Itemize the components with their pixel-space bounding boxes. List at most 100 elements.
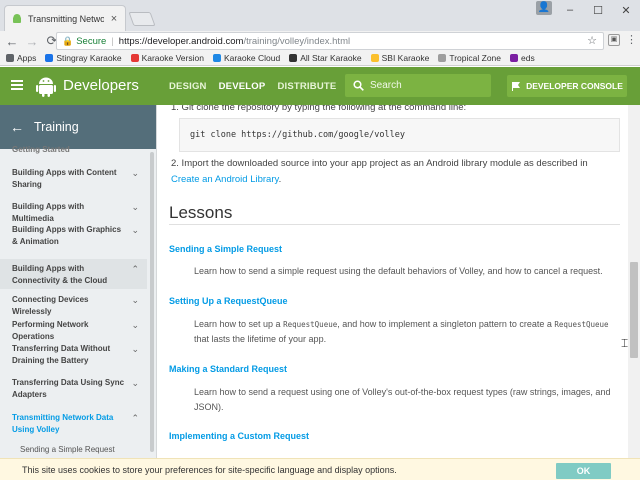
music-note-icon bbox=[370, 54, 379, 62]
create-android-library-link[interactable]: Create an Android Library bbox=[171, 174, 279, 185]
code-requestqueue: RequestQueue bbox=[554, 320, 609, 329]
search-icon bbox=[353, 80, 364, 91]
bookmark-item[interactable]: Tropical Zone bbox=[438, 53, 501, 63]
bookmark-item[interactable]: Karaoke Cloud bbox=[212, 53, 281, 63]
lessons-heading: Lessons bbox=[169, 203, 233, 222]
bookmark-item[interactable]: Stingray Karaoke bbox=[45, 53, 122, 63]
bookmark-label: eds bbox=[521, 53, 535, 63]
sidebar-item[interactable]: Getting Started bbox=[0, 144, 147, 156]
browser-tab[interactable]: Transmitting Network Da × bbox=[4, 5, 126, 31]
bookmark-label: SBI Karaoke bbox=[381, 53, 430, 63]
bookmark-item[interactable]: eds bbox=[510, 53, 535, 63]
scrollbar-thumb[interactable] bbox=[630, 262, 638, 358]
bookmark-item[interactable]: All Star Karaoke bbox=[289, 53, 362, 63]
chevron-down-icon[interactable]: ⌄ bbox=[131, 319, 139, 331]
sidebar-subitem[interactable]: Sending a Simple Request bbox=[0, 445, 147, 454]
sidebar-item[interactable]: Building Apps with Multimedia ⌄ bbox=[0, 201, 147, 223]
lesson-link-simple-request[interactable]: Sending a Simple Request bbox=[169, 244, 282, 254]
desc-part: , and how to implement a singleton patte… bbox=[337, 319, 555, 329]
window-controls: – ☐ ✕ bbox=[556, 0, 640, 20]
chevron-down-icon[interactable]: ⌄ bbox=[131, 377, 139, 389]
step-2-suffix: . bbox=[278, 174, 282, 185]
sidebar-scrollbar[interactable] bbox=[150, 152, 154, 452]
top-nav: DESIGN DEVELOP DISTRIBUTE bbox=[169, 81, 336, 92]
android-logo-icon[interactable] bbox=[36, 75, 56, 97]
browser-menu-icon[interactable]: ⋮ bbox=[626, 33, 637, 46]
cookie-text: This site uses cookies to store your pre… bbox=[22, 464, 397, 475]
main-content: 1. Git clone the repository by typing th… bbox=[157, 105, 628, 458]
sidebar-title: Training bbox=[34, 120, 79, 134]
tab-close-icon[interactable]: × bbox=[109, 13, 119, 25]
chevron-up-icon[interactable]: ⌃ bbox=[131, 263, 139, 275]
chevron-down-icon[interactable]: ⌄ bbox=[131, 343, 139, 355]
sidebar-header[interactable]: ← Training bbox=[0, 105, 156, 149]
apps-grid-icon bbox=[6, 54, 14, 62]
cloud-icon bbox=[212, 54, 221, 62]
profile-icon[interactable]: 👤 bbox=[536, 1, 552, 15]
lesson-link-requestqueue[interactable]: Setting Up a RequestQueue bbox=[169, 296, 288, 306]
bookmark-label: Tropical Zone bbox=[449, 53, 501, 63]
sidebar-item[interactable]: Performing Network Operations ⌄ bbox=[0, 319, 147, 341]
code-block: git clone https://github.com/google/voll… bbox=[179, 118, 620, 152]
extension-icon[interactable]: ▣ bbox=[608, 34, 620, 46]
sidebar-item[interactable]: Building Apps with Content Sharing ⌄ bbox=[0, 167, 147, 193]
chevron-down-icon[interactable]: ⌄ bbox=[131, 201, 139, 213]
nav-design[interactable]: DESIGN bbox=[169, 81, 207, 92]
back-arrow-icon[interactable]: ← bbox=[4, 34, 20, 49]
bookmark-item[interactable]: Karaoke Version bbox=[130, 53, 204, 63]
lesson-desc: Learn how to send a simple request using… bbox=[194, 266, 603, 276]
bookmark-label: Karaoke Version bbox=[141, 53, 204, 63]
brand-title[interactable]: Developers bbox=[63, 77, 139, 94]
tab-strip: Transmitting Network Da × 👤 – ☐ ✕ bbox=[0, 0, 640, 31]
maximize-button[interactable]: ☐ bbox=[584, 0, 612, 20]
stingray-icon bbox=[45, 54, 54, 62]
nav-distribute[interactable]: DISTRIBUTE bbox=[277, 81, 336, 92]
chevron-up-icon[interactable]: ⌃ bbox=[131, 412, 139, 424]
lock-icon: 🔒 bbox=[62, 35, 74, 46]
forward-arrow-icon[interactable]: → bbox=[24, 34, 40, 49]
sidebar-item[interactable]: Transferring Data Without Draining the B… bbox=[0, 343, 147, 369]
chevron-down-icon[interactable]: ⌄ bbox=[131, 167, 139, 179]
code-requestqueue: RequestQueue bbox=[283, 320, 338, 329]
lesson-link-standard-request[interactable]: Making a Standard Request bbox=[169, 364, 287, 374]
page-scrollbar[interactable] bbox=[628, 105, 640, 458]
cookie-ok-button[interactable]: OK bbox=[556, 463, 611, 479]
desc-part: that lasts the lifetime of your app. bbox=[194, 334, 327, 344]
nav-develop[interactable]: DEVELOP bbox=[219, 81, 266, 92]
url-host: https://developer.android.com bbox=[118, 35, 244, 47]
sidebar-item[interactable]: Building Apps with Graphics & Animation ⌄ bbox=[0, 224, 147, 250]
lesson-desc: Learn how to set up a RequestQueue, and … bbox=[194, 317, 614, 347]
sidebar-item-label: Building Apps with Connectivity & the Cl… bbox=[12, 264, 108, 285]
bookmark-item[interactable]: SBI Karaoke bbox=[370, 53, 430, 63]
bookmark-star-icon[interactable]: ☆ bbox=[587, 34, 597, 47]
sidebar-item-label: Building Apps with Graphics & Animation bbox=[12, 225, 122, 246]
console-label: DEVELOPER CONSOLE bbox=[526, 81, 623, 91]
lesson-desc: Learn how to send a request using one of… bbox=[194, 387, 611, 412]
browser-toolbar: ← → ⟳ 🔒 Secure | https://developer.andro… bbox=[0, 31, 640, 51]
chevron-down-icon[interactable]: ⌄ bbox=[131, 294, 139, 306]
sidebar-item[interactable]: Building Apps with Connectivity & the Cl… bbox=[0, 259, 147, 289]
secure-label: Secure bbox=[76, 35, 107, 47]
developer-console-button[interactable]: DEVELOPER CONSOLE bbox=[507, 75, 627, 97]
minimize-button[interactable]: – bbox=[556, 0, 584, 20]
search-box[interactable]: Search bbox=[345, 74, 491, 97]
console-flag-icon bbox=[512, 82, 521, 91]
desc-part: Learn how to set up a bbox=[194, 319, 284, 329]
android-favicon-icon bbox=[13, 13, 21, 23]
close-window-button[interactable]: ✕ bbox=[612, 0, 640, 20]
sidebar-item[interactable]: Transmitting Network Data Using Volley ⌃ bbox=[0, 412, 147, 438]
search-placeholder: Search bbox=[370, 80, 402, 91]
back-arrow-icon[interactable]: ← bbox=[10, 119, 24, 135]
sidebar-item[interactable]: Transferring Data Using Sync Adapters ⌄ bbox=[0, 377, 147, 403]
divider bbox=[169, 224, 620, 225]
sidebar-item[interactable]: Connecting Devices Wirelessly ⌄ bbox=[0, 294, 147, 316]
sidebar: ← Training Getting Started Building Apps … bbox=[0, 105, 157, 458]
hamburger-menu-icon[interactable] bbox=[11, 80, 23, 90]
bookmark-item[interactable]: Apps bbox=[6, 53, 36, 63]
bookmark-label: Karaoke Cloud bbox=[223, 53, 281, 63]
address-bar[interactable]: 🔒 Secure | https://developer.android.com… bbox=[56, 32, 604, 50]
page-icon bbox=[438, 54, 447, 62]
lesson-link-custom-request[interactable]: Implementing a Custom Request bbox=[169, 431, 309, 441]
new-tab-button[interactable] bbox=[128, 12, 156, 26]
chevron-down-icon[interactable]: ⌄ bbox=[131, 224, 139, 236]
